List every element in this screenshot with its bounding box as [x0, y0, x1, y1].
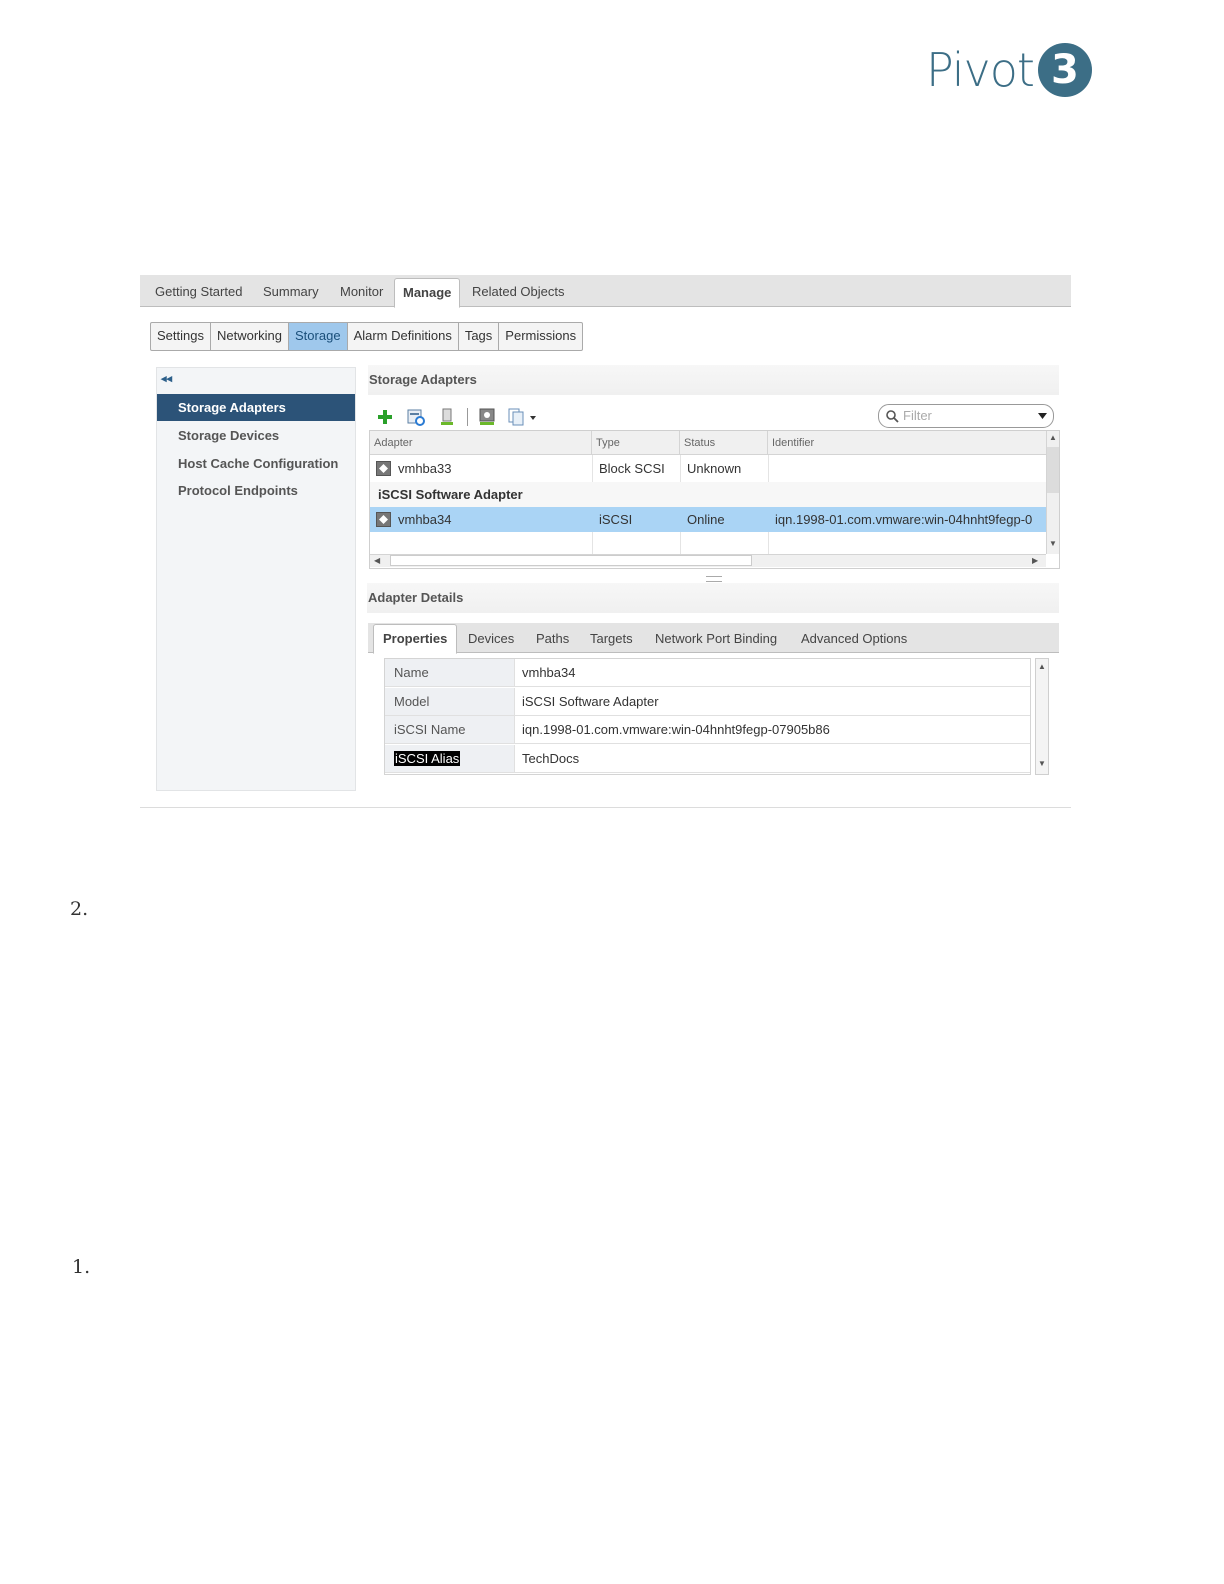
tab-advanced-options[interactable]: Advanced Options: [801, 631, 907, 646]
subtab-networking[interactable]: Networking: [211, 323, 290, 350]
table-row[interactable]: vmhba33 Block SCSI Unknown: [370, 456, 1046, 481]
nav-item-storage-devices[interactable]: Storage Devices: [157, 422, 355, 449]
nav-item-storage-adapters[interactable]: Storage Adapters: [157, 394, 355, 421]
search-icon: [886, 410, 899, 423]
tab-monitor[interactable]: Monitor: [340, 284, 383, 299]
storage-adapters-grid: Adapter Type Status Identifier vmhba33 B…: [369, 430, 1060, 569]
object-tabs: Getting Started Summary Monitor Manage R…: [140, 275, 1071, 308]
adapter-icon: [376, 461, 391, 476]
nav-item-protocol-endpoints[interactable]: Protocol Endpoints: [157, 477, 355, 504]
table-row-selected[interactable]: vmhba34 iSCSI Online iqn.1998-01.com.vmw…: [370, 507, 1046, 532]
cell-status: Unknown: [687, 461, 742, 476]
property-value: vmhba34: [514, 659, 1030, 687]
properties-table: Name vmhba34 Model iSCSI Software Adapte…: [384, 658, 1031, 775]
logo-mark: 3: [1037, 43, 1092, 97]
nav-item-label: Host Cache Configuration: [178, 456, 339, 471]
splitter-handle[interactable]: [706, 576, 722, 582]
tab-network-port-binding[interactable]: Network Port Binding: [655, 631, 777, 646]
column-header-type[interactable]: Type: [592, 431, 680, 455]
pivot3-logo: Pivot 3: [926, 40, 1092, 100]
tab-properties[interactable]: Properties: [373, 624, 458, 654]
tab-manage[interactable]: Manage: [394, 278, 461, 308]
collapse-icon[interactable]: ◂◂: [161, 372, 172, 385]
rescan-icon[interactable]: [407, 408, 425, 426]
filter-input[interactable]: Filter: [878, 404, 1054, 428]
cell-adapter: vmhba34: [398, 512, 452, 527]
storage-adapters-title: Storage Adapters: [369, 372, 477, 387]
divider: [140, 807, 1071, 808]
adapter-details-tabs: Properties Devices Paths Targets Network…: [368, 623, 1059, 654]
nav-item-label: Storage Devices: [178, 428, 280, 443]
grid-vertical-scrollbar[interactable]: ▲ ▼: [1046, 431, 1059, 554]
list-number: 2.: [70, 898, 89, 920]
cell-identifier: [769, 456, 1046, 481]
manage-sub-tabs: Settings Networking Storage Alarm Defini…: [150, 322, 584, 351]
cell-identifier: iqn.1998-01.com.vmware:win-04hnht9fegp-0: [775, 512, 1033, 527]
subtab-permissions[interactable]: Permissions: [499, 323, 582, 350]
property-key-highlighted: iSCSI Alias: [385, 745, 514, 773]
refresh-icon[interactable]: [478, 408, 496, 426]
cell-type: Block SCSI: [599, 461, 665, 476]
tab-getting-started[interactable]: Getting Started: [155, 284, 242, 299]
grid-horizontal-scrollbar[interactable]: ◀ ▶: [370, 554, 1046, 567]
subtab-tags[interactable]: Tags: [459, 323, 500, 350]
tab-devices[interactable]: Devices: [468, 631, 514, 646]
add-icon[interactable]: [376, 408, 394, 426]
subtab-settings[interactable]: Settings: [151, 323, 211, 350]
highlighted-label: iSCSI Alias: [394, 751, 461, 766]
filter-placeholder: Filter: [903, 408, 932, 423]
cell-status: Online: [687, 512, 725, 527]
group-label: iSCSI Software Adapter: [378, 487, 523, 502]
property-value: TechDocs: [514, 745, 1030, 773]
toolbar-divider: [467, 408, 468, 426]
column-header-status[interactable]: Status: [680, 431, 768, 455]
cell-adapter: vmhba33: [398, 461, 452, 476]
tab-targets[interactable]: Targets: [590, 631, 633, 646]
nav-item-host-cache-configuration[interactable]: Host Cache Configuration: [157, 450, 355, 477]
adapter-details-header: Adapter Details: [367, 583, 1059, 613]
adapter-icon: [376, 512, 391, 527]
property-key: Name: [385, 659, 514, 687]
group-header-row[interactable]: iSCSI Software Adapter: [370, 482, 1046, 507]
nav-item-label: Protocol Endpoints: [178, 483, 298, 498]
properties-scrollbar[interactable]: ▲ ▼: [1035, 658, 1049, 775]
property-value: iSCSI Software Adapter: [514, 688, 1030, 716]
property-key: iSCSI Name: [385, 716, 514, 744]
tab-related-objects[interactable]: Related Objects: [472, 284, 565, 299]
vsphere-screenshot: Getting Started Summary Monitor Manage R…: [140, 275, 1071, 809]
property-value: iqn.1998-01.com.vmware:win-04hnht9fegp-0…: [514, 716, 1030, 744]
export-icon[interactable]: [508, 408, 538, 426]
chevron-down-icon[interactable]: [1038, 413, 1047, 419]
storage-adapters-header: Storage Adapters: [368, 365, 1059, 395]
column-header-adapter[interactable]: Adapter: [370, 431, 592, 455]
logo-wordmark: Pivot: [926, 43, 1035, 97]
list-number: 1.: [72, 1256, 91, 1278]
rescan-adapter-icon[interactable]: [438, 408, 456, 426]
cell-type: iSCSI: [599, 512, 633, 527]
adapter-details-title: Adapter Details: [368, 590, 464, 605]
column-header-identifier[interactable]: Identifier: [768, 431, 1046, 455]
tab-summary[interactable]: Summary: [263, 284, 319, 299]
nav-item-label: Storage Adapters: [178, 400, 286, 415]
subtab-storage[interactable]: Storage: [289, 323, 348, 350]
subtab-alarm-definitions[interactable]: Alarm Definitions: [348, 323, 459, 350]
tab-paths[interactable]: Paths: [536, 631, 569, 646]
property-key: Model: [385, 688, 514, 716]
storage-nav-panel: ◂◂ Storage Adapters Storage Devices Host…: [156, 367, 356, 791]
